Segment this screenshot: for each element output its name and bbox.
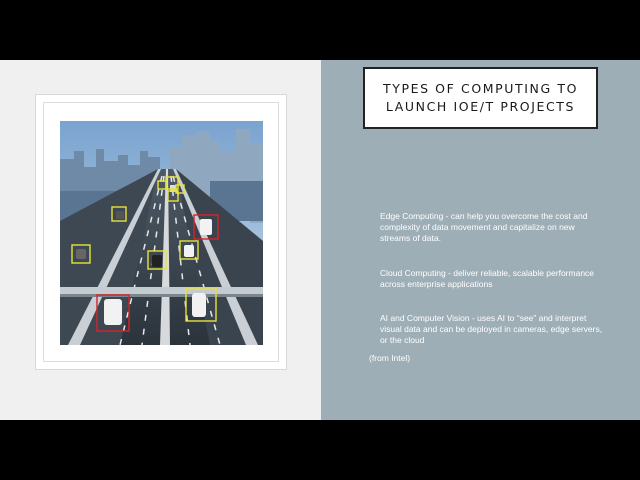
photo-frame-inner <box>43 102 279 362</box>
highway-traffic-photo <box>60 121 263 345</box>
slide-title: TYPES OF COMPUTING TO LAUNCH IOE/T PROJE… <box>382 81 579 114</box>
bullet-edge-computing: Edge Computing - can help you overcome t… <box>380 211 588 243</box>
source-note: (from Intel) <box>369 353 411 363</box>
title-box: TYPES OF COMPUTING TO LAUNCH IOE/T PROJE… <box>363 67 598 129</box>
photo-frame <box>35 94 287 370</box>
bullet-ai-computer-vision: AI and Computer Vision - uses AI to “see… <box>380 313 603 345</box>
bullet-cloud-computing: Cloud Computing - deliver reliable, scal… <box>380 268 595 289</box>
